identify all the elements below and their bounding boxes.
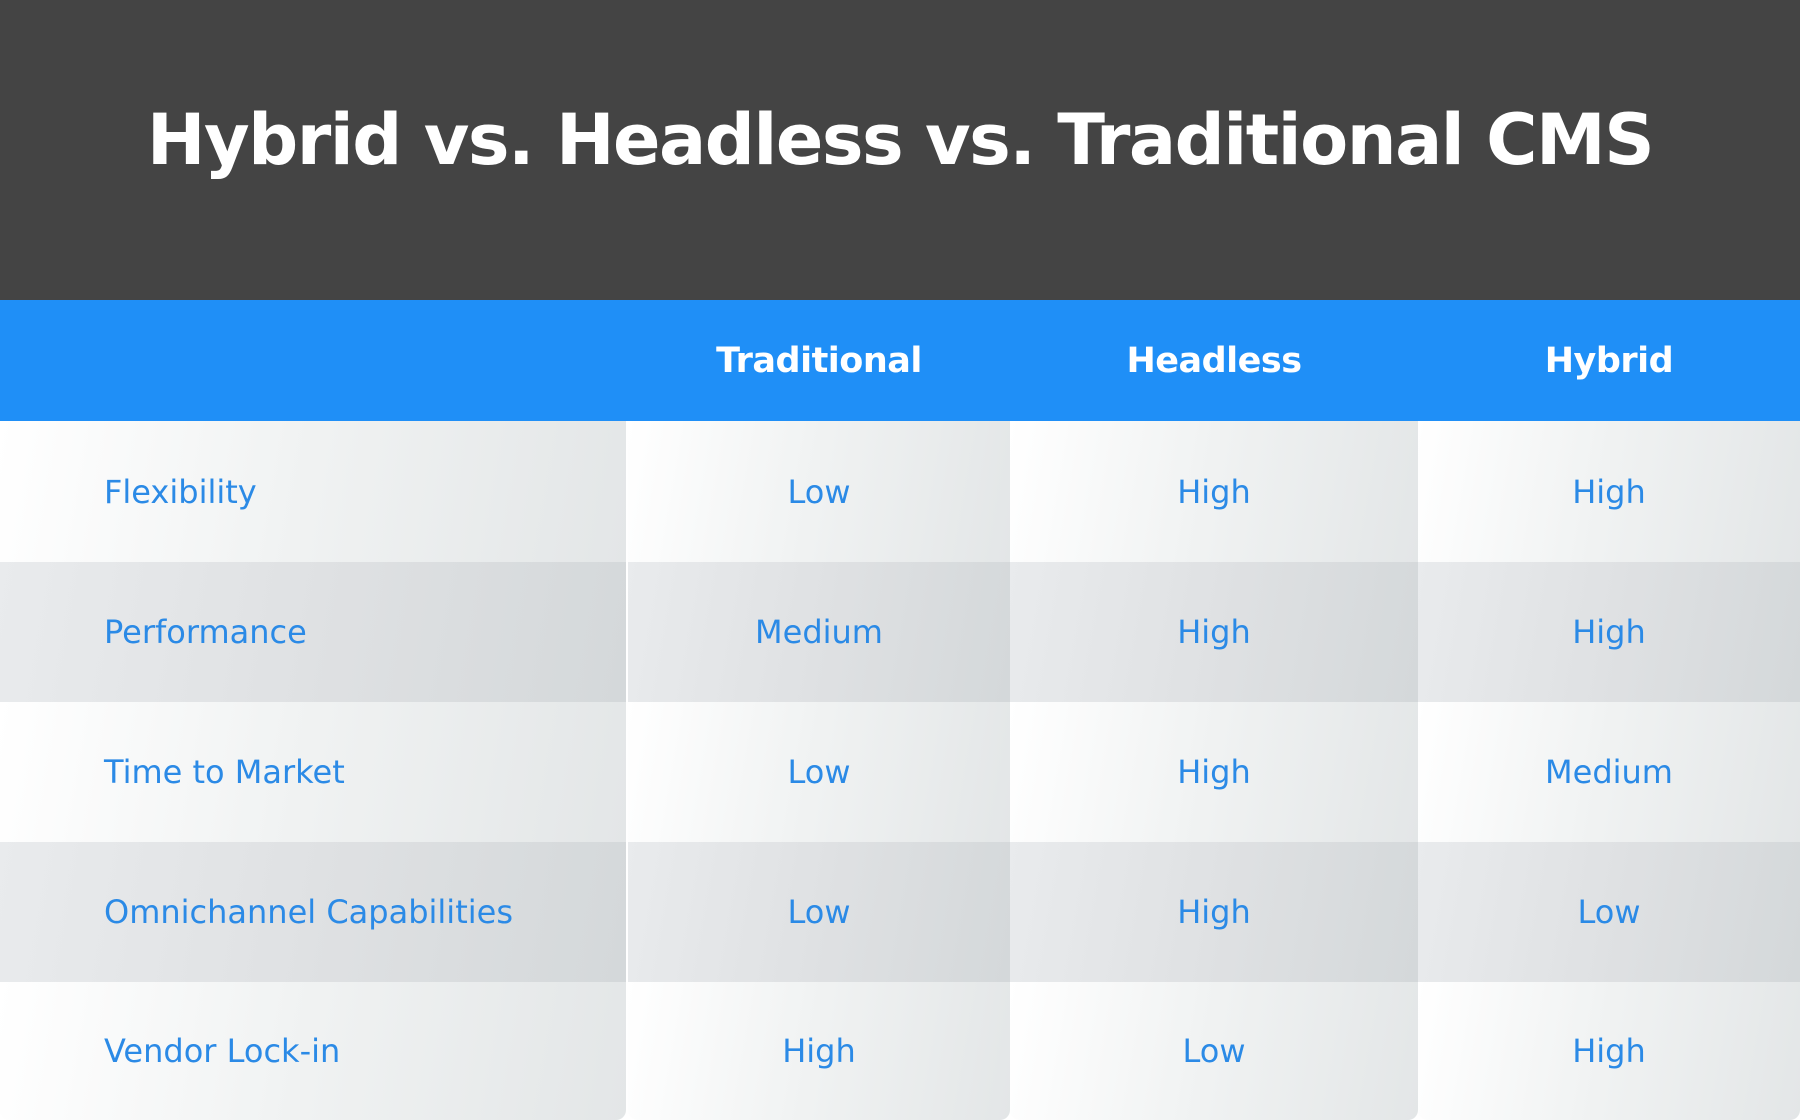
hybrid-cell: High <box>1418 562 1800 702</box>
column-header-hybrid: Hybrid <box>1544 340 1674 381</box>
traditional-cell: Low <box>628 842 1010 982</box>
column-header-traditional: Traditional <box>716 340 922 381</box>
feature-label: Performance <box>0 562 626 702</box>
hybrid-cell: Low <box>1418 842 1800 982</box>
page-title: Hybrid vs. Headless vs. Traditional CMS <box>146 99 1655 181</box>
hybrid-column: High High Medium Low High <box>1418 421 1800 1120</box>
traditional-cell: Low <box>628 421 1010 562</box>
headless-cell: High <box>1010 702 1418 842</box>
traditional-cell: Low <box>628 702 1010 842</box>
headless-cell: High <box>1010 842 1418 982</box>
feature-label: Flexibility <box>0 421 626 562</box>
traditional-cell: Medium <box>628 562 1010 702</box>
headless-column: High High High High Low <box>1010 421 1418 1120</box>
table-header: Traditional Headless Hybrid <box>0 300 1800 421</box>
headless-cell: Low <box>1010 982 1418 1120</box>
feature-column: Flexibility Performance Time to Market O… <box>0 421 626 1120</box>
headless-cell: High <box>1010 562 1418 702</box>
headless-cell: High <box>1010 421 1418 562</box>
traditional-column: Low Medium Low Low High <box>628 421 1010 1120</box>
feature-label: Time to Market <box>0 702 626 842</box>
traditional-cell: High <box>628 982 1010 1120</box>
feature-label: Vendor Lock-in <box>0 982 626 1120</box>
title-banner: Hybrid vs. Headless vs. Traditional CMS <box>0 0 1800 300</box>
hybrid-cell: High <box>1418 421 1800 562</box>
hybrid-cell: High <box>1418 982 1800 1120</box>
hybrid-cell: Medium <box>1418 702 1800 842</box>
comparison-table-body: Flexibility Performance Time to Market O… <box>0 421 1800 1120</box>
column-header-headless: Headless <box>1126 340 1302 381</box>
feature-label: Omnichannel Capabilities <box>0 842 626 982</box>
